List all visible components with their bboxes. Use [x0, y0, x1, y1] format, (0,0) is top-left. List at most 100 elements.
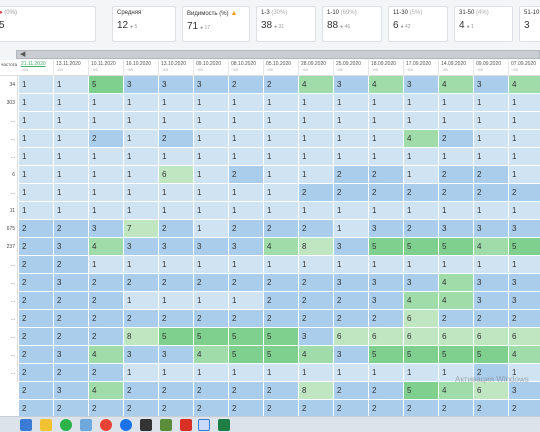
position-cell[interactable]: 3 — [124, 346, 159, 364]
position-cell[interactable]: 2 — [54, 364, 89, 382]
date-column-header[interactable]: 08.10.2020 ◌65 — [229, 60, 264, 76]
date-column-header[interactable]: 13.10.2020 ◌65 — [159, 60, 194, 76]
position-cell[interactable]: 1 — [19, 76, 54, 94]
position-cell[interactable]: 1 — [159, 364, 194, 382]
position-cell[interactable]: 4 — [439, 382, 474, 400]
position-cell[interactable]: 2 — [334, 400, 369, 416]
position-cell[interactable]: 1 — [54, 166, 89, 184]
position-cell[interactable]: 3 — [404, 76, 439, 94]
position-cell[interactable]: 3 — [124, 238, 159, 256]
position-cell[interactable]: 3 — [474, 274, 509, 292]
position-cell[interactable]: 2 — [124, 274, 159, 292]
position-cell[interactable]: 1 — [264, 184, 299, 202]
position-cell[interactable]: 4 — [89, 346, 124, 364]
position-cell[interactable]: 5 — [194, 328, 229, 346]
position-cell[interactable]: 1 — [334, 220, 369, 238]
position-cell[interactable]: 8 — [124, 328, 159, 346]
position-cell[interactable]: 1 — [509, 148, 540, 166]
date-label[interactable]: 18.09.2020 — [371, 60, 403, 67]
position-cell[interactable]: 6 — [404, 310, 439, 328]
stat-card[interactable]: Средняя 12 ● 5 — [112, 6, 176, 42]
position-cell[interactable]: 3 — [54, 238, 89, 256]
position-cell[interactable]: 4 — [89, 382, 124, 400]
position-cell[interactable]: 1 — [299, 256, 334, 274]
position-cell[interactable]: 6 — [369, 328, 404, 346]
position-cell[interactable]: 1 — [334, 202, 369, 220]
position-cell[interactable]: 1 — [89, 256, 124, 274]
position-cell[interactable]: 2 — [159, 310, 194, 328]
position-cell[interactable]: 4 — [264, 238, 299, 256]
position-cell[interactable]: 4 — [404, 292, 439, 310]
position-cell[interactable]: 1 — [89, 202, 124, 220]
position-cell[interactable]: 2 — [19, 328, 54, 346]
stat-card[interactable]: Видимость (%) ▲ 71 ● 17 — [182, 6, 250, 42]
position-cell[interactable]: 5 — [439, 346, 474, 364]
position-cell[interactable]: 6 — [509, 328, 540, 346]
position-cell[interactable]: 1 — [194, 112, 229, 130]
date-column-header[interactable]: 17.09.2020 ◌65 — [404, 60, 439, 76]
date-label[interactable]: 25.09.2020 — [336, 60, 368, 67]
position-cell[interactable]: 1 — [334, 148, 369, 166]
position-cell[interactable]: 1 — [509, 256, 540, 274]
date-label[interactable]: 13.10.2020 — [161, 60, 193, 67]
position-cell[interactable]: 1 — [159, 184, 194, 202]
position-cell[interactable]: 3 — [54, 274, 89, 292]
position-cell[interactable]: 5 — [159, 328, 194, 346]
position-cell[interactable]: 2 — [19, 364, 54, 382]
position-cell[interactable]: 2 — [54, 292, 89, 310]
position-cell[interactable]: 2 — [439, 130, 474, 148]
position-cell[interactable]: 6 — [334, 328, 369, 346]
date-label[interactable]: 10.11.2020 — [91, 60, 123, 67]
position-cell[interactable]: 5 — [509, 238, 540, 256]
position-cell[interactable]: 1 — [159, 292, 194, 310]
date-column-header[interactable]: 21.11.2020 ◌65 — [19, 60, 54, 76]
position-cell[interactable]: 1 — [159, 202, 194, 220]
position-cell[interactable]: 2 — [19, 382, 54, 400]
position-cell[interactable]: 2 — [299, 220, 334, 238]
position-cell[interactable]: 2 — [334, 166, 369, 184]
position-cell[interactable]: 1 — [299, 130, 334, 148]
date-label[interactable]: 17.09.2020 — [406, 60, 438, 67]
date-column-header[interactable]: 13.11.2020 ◌65 — [54, 60, 89, 76]
position-cell[interactable]: 2 — [159, 220, 194, 238]
position-cell[interactable]: 1 — [89, 94, 124, 112]
position-cell[interactable]: 2 — [334, 310, 369, 328]
position-cell[interactable]: 2 — [404, 400, 439, 416]
position-cell[interactable]: 2 — [124, 310, 159, 328]
position-cell[interactable]: 2 — [299, 274, 334, 292]
date-label[interactable]: 08.10.2020 — [231, 60, 263, 67]
position-cell[interactable]: 1 — [264, 130, 299, 148]
position-cell[interactable]: 1 — [299, 148, 334, 166]
position-cell[interactable]: 1 — [194, 130, 229, 148]
tor-taskbar-icon[interactable] — [140, 419, 152, 431]
position-cell[interactable]: 2 — [474, 400, 509, 416]
date-label[interactable]: 09.10.2020 — [196, 60, 228, 67]
date-column-header[interactable]: 09.10.2020 ◌65 — [194, 60, 229, 76]
position-cell[interactable]: 2 — [509, 310, 540, 328]
position-cell[interactable]: 1 — [264, 94, 299, 112]
position-cell[interactable]: 2 — [439, 184, 474, 202]
position-cell[interactable]: 1 — [159, 94, 194, 112]
position-cell[interactable]: 5 — [264, 328, 299, 346]
position-cell[interactable]: 3 — [474, 292, 509, 310]
active-browser-taskbar-icon[interactable] — [198, 419, 210, 431]
position-cell[interactable]: 1 — [229, 112, 264, 130]
position-cell[interactable]: 1 — [89, 184, 124, 202]
position-cell[interactable]: 1 — [194, 256, 229, 274]
position-cell[interactable]: 5 — [229, 328, 264, 346]
position-cell[interactable]: 1 — [474, 256, 509, 274]
excel-taskbar-icon[interactable] — [218, 419, 230, 431]
position-cell[interactable]: 2 — [369, 400, 404, 416]
position-cell[interactable]: 2 — [474, 166, 509, 184]
position-cell[interactable]: 1 — [124, 166, 159, 184]
position-cell[interactable]: 1 — [54, 202, 89, 220]
position-cell[interactable]: 1 — [19, 148, 54, 166]
position-cell[interactable]: 1 — [264, 112, 299, 130]
position-cell[interactable]: 1 — [439, 112, 474, 130]
position-cell[interactable]: 1 — [369, 94, 404, 112]
position-cell[interactable]: 7 — [124, 220, 159, 238]
position-cell[interactable]: 1 — [229, 184, 264, 202]
date-label[interactable]: 07.09.2020 — [511, 60, 540, 67]
position-cell[interactable]: 5 — [369, 346, 404, 364]
date-column-header[interactable]: 14.09.2020 ◌65 — [439, 60, 474, 76]
